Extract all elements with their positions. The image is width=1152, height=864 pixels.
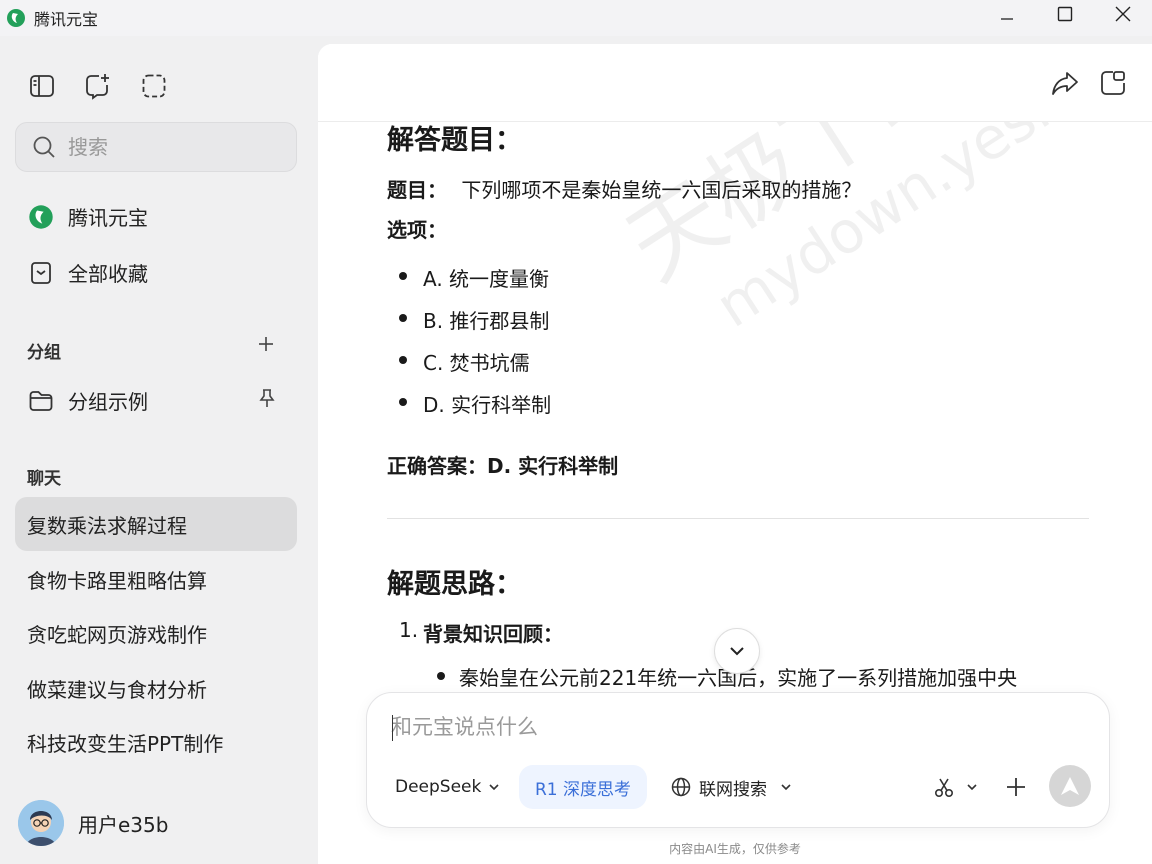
chat-item[interactable]: 科技改变生活PPT制作	[15, 715, 297, 769]
attach-button[interactable]	[1005, 765, 1027, 809]
question-text: 下列哪项不是秦始皇统一六国后采取的措施？	[461, 178, 862, 202]
select-mode-button[interactable]	[140, 72, 168, 100]
option-item: D. 实行科举制	[423, 393, 552, 417]
share-button[interactable]	[1050, 68, 1080, 98]
share-icon	[1052, 72, 1078, 95]
dashed-select-icon	[142, 74, 166, 98]
send-arrow-icon	[1061, 777, 1079, 795]
message-composer: DeepSeek R1 深度思考 联网搜索	[366, 692, 1110, 828]
sidebar-panel-icon	[30, 75, 54, 97]
chat-item[interactable]: 贪吃蛇网页游戏制作	[15, 606, 297, 660]
list-bullet	[399, 356, 407, 364]
section-title: 解题思路：	[387, 569, 522, 600]
option-item: C. 焚书坑儒	[423, 351, 530, 375]
divider	[387, 518, 1089, 519]
maximize-icon	[1057, 6, 1073, 22]
yuanbao-logo-icon	[7, 9, 25, 27]
answer-label: 正确答案：	[387, 454, 487, 478]
step-number: 1.	[399, 618, 419, 642]
window-controls	[978, 0, 1152, 36]
avatar-face-icon	[18, 800, 64, 846]
new-window-button[interactable]	[1098, 68, 1128, 98]
chevron-down-icon	[730, 647, 744, 656]
sidebar-item-group-example[interactable]: 分组示例	[28, 386, 148, 415]
model-select[interactable]: DeepSeek	[395, 765, 501, 809]
sidebar-item-label: 全部收藏	[68, 262, 148, 286]
scroll-to-bottom-button[interactable]	[714, 628, 760, 674]
deep-think-toggle[interactable]: R1 深度思考	[519, 765, 648, 809]
web-search-label: 联网搜索	[699, 779, 767, 800]
sidebar: 腾讯元宝 全部收藏 分组 分组示例 聊天 复数乘法求解过程 食物卡路里粗略估算 …	[0, 36, 318, 864]
close-icon	[1115, 6, 1131, 22]
list-bullet	[437, 672, 445, 680]
list-bullet	[399, 314, 407, 322]
search-input[interactable]	[68, 135, 268, 159]
folder-icon	[29, 390, 53, 411]
bookmark-icon	[31, 261, 51, 284]
new-window-icon	[1101, 71, 1125, 95]
chevron-down-icon	[781, 784, 791, 791]
chevron-down-icon	[489, 784, 499, 791]
answer-text: D. 实行科举制	[487, 454, 619, 478]
yuanbao-logo-icon	[29, 204, 53, 229]
answer-line: 正确答案：D. 实行科举制	[387, 450, 618, 479]
new-chat-icon	[86, 74, 109, 100]
tools-button[interactable]	[933, 765, 979, 809]
user-name: 用户e35b	[78, 812, 169, 837]
send-button[interactable]	[1049, 765, 1091, 807]
maximize-button[interactable]	[1036, 0, 1094, 28]
minimize-icon	[1001, 18, 1013, 20]
window-title: 腾讯元宝	[34, 10, 99, 29]
sidebar-item-yuanbao[interactable]: 腾讯元宝	[28, 202, 148, 231]
scissors-icon	[934, 778, 954, 798]
sidebar-item-label: 分组示例	[68, 390, 148, 414]
chevron-down-icon	[967, 784, 977, 791]
message-input[interactable]	[391, 711, 1071, 745]
question-line: 题目： 下列哪项不是秦始皇统一六国后采取的措施？	[387, 174, 861, 203]
web-search-toggle[interactable]: 联网搜索	[671, 765, 793, 809]
option-item: B. 推行郡县制	[423, 309, 550, 333]
minimize-button[interactable]	[978, 0, 1036, 28]
title-bar: 腾讯元宝	[0, 0, 1152, 36]
chat-item[interactable]: 复数乘法求解过程	[15, 497, 297, 551]
options-label: 选项：	[387, 218, 447, 242]
search-icon	[33, 136, 55, 158]
add-group-icon[interactable]	[256, 334, 276, 354]
step-title: 背景知识回顾：	[423, 622, 563, 646]
chats-header: 聊天	[27, 469, 61, 489]
model-label: DeepSeek	[395, 777, 482, 797]
chat-header	[318, 44, 1152, 122]
sidebar-toolbar	[28, 72, 168, 100]
new-chat-button[interactable]	[84, 72, 112, 100]
user-profile[interactable]: 用户e35b	[18, 800, 168, 846]
chat-main-panel: 天极下载站 mydown.yesky.com 解答题目： 题目： 下列哪项不是秦…	[318, 44, 1152, 864]
sidebar-item-label: 腾讯元宝	[68, 206, 148, 230]
avatar	[18, 800, 64, 846]
ai-disclaimer: 内容由AI生成，仅供参考	[669, 842, 801, 856]
chat-item[interactable]: 食物卡路里粗略估算	[15, 552, 297, 606]
option-item: A. 统一度量衡	[423, 267, 550, 291]
toggle-sidebar-button[interactable]	[28, 72, 56, 100]
section-title: 解答题目：	[387, 125, 522, 156]
globe-icon	[671, 777, 691, 797]
pin-icon[interactable]	[258, 388, 276, 408]
groups-header: 分组	[27, 343, 61, 363]
close-button[interactable]	[1094, 0, 1152, 28]
list-bullet	[399, 398, 407, 406]
search-box[interactable]	[15, 122, 297, 172]
chat-item[interactable]: 做菜建议与食材分析	[15, 661, 297, 715]
list-bullet	[399, 272, 407, 280]
text-caret	[392, 715, 393, 741]
question-label: 题目：	[387, 178, 447, 202]
plus-icon	[1007, 778, 1025, 796]
sidebar-item-favorites[interactable]: 全部收藏	[28, 258, 148, 287]
